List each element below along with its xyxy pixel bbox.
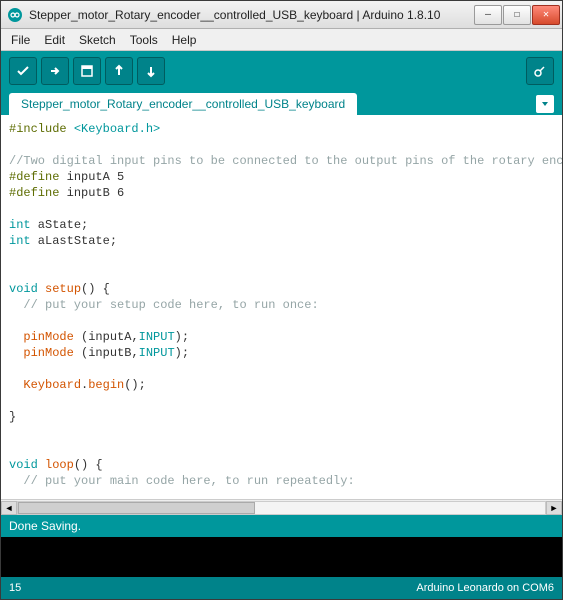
code-token: setup	[45, 282, 81, 296]
code-token: Keyboard	[23, 378, 81, 392]
horizontal-scrollbar[interactable]: ◄ ►	[1, 499, 562, 515]
scroll-right-button[interactable]: ►	[546, 501, 562, 515]
code-token: aState;	[31, 218, 89, 232]
console-output[interactable]	[1, 537, 562, 577]
code-token: int	[9, 234, 31, 248]
code-token: int	[9, 218, 31, 232]
code-token: () {	[74, 458, 103, 472]
scroll-track[interactable]	[17, 501, 546, 515]
line-number: 15	[9, 582, 21, 594]
app-window: Stepper_motor_Rotary_encoder__controlled…	[0, 0, 563, 600]
code-editor[interactable]: #include <Keyboard.h> //Two digital inpu…	[1, 115, 562, 499]
code-token: (inputA,	[74, 330, 139, 344]
titlebar: Stepper_motor_Rotary_encoder__controlled…	[1, 1, 562, 29]
tab-sketch[interactable]: Stepper_motor_Rotary_encoder__controlled…	[9, 93, 357, 115]
window-title: Stepper_motor_Rotary_encoder__controlled…	[29, 8, 474, 22]
code-token: );	[175, 330, 189, 344]
tab-menu-button[interactable]	[536, 95, 554, 113]
code-comment: //Two digital input pins to be connected…	[9, 154, 562, 168]
menu-sketch[interactable]: Sketch	[73, 31, 122, 49]
new-button[interactable]	[73, 57, 101, 85]
code-token: loop	[45, 458, 74, 472]
code-token: ();	[124, 378, 146, 392]
code-token	[9, 330, 23, 344]
code-token: pinMode	[23, 330, 73, 344]
bottom-status-bar: 15 Arduino Leonardo on COM6	[1, 577, 562, 599]
code-token: <Keyboard.h>	[74, 122, 160, 136]
code-token: #define	[9, 186, 59, 200]
code-token	[38, 458, 45, 472]
minimize-button[interactable]: —	[474, 5, 502, 25]
menu-file[interactable]: File	[5, 31, 36, 49]
open-button[interactable]	[105, 57, 133, 85]
menubar: File Edit Sketch Tools Help	[1, 29, 562, 51]
code-token: );	[175, 346, 189, 360]
code-comment: // put your main code here, to run repea…	[9, 474, 355, 488]
code-token: INPUT	[139, 346, 175, 360]
toolbar	[1, 51, 562, 91]
code-token: }	[9, 410, 16, 424]
code-token: INPUT	[139, 330, 175, 344]
code-token: #define	[9, 170, 59, 184]
scroll-left-button[interactable]: ◄	[1, 501, 17, 515]
scroll-thumb[interactable]	[18, 502, 255, 514]
code-comment: // put your setup code here, to run once…	[9, 298, 319, 312]
status-message: Done Saving.	[9, 519, 81, 533]
status-bar: Done Saving.	[1, 515, 562, 537]
code-token: inputA 5	[59, 170, 124, 184]
code-token: void	[9, 458, 38, 472]
menu-tools[interactable]: Tools	[124, 31, 164, 49]
code-token: inputB 6	[59, 186, 124, 200]
code-token: () {	[81, 282, 110, 296]
code-token: pinMode	[23, 346, 73, 360]
code-token: #include	[9, 122, 74, 136]
window-controls: — ☐ ✕	[474, 5, 560, 25]
verify-button[interactable]	[9, 57, 37, 85]
editor-area: #include <Keyboard.h> //Two digital inpu…	[1, 115, 562, 515]
code-token	[9, 378, 23, 392]
board-info: Arduino Leonardo on COM6	[416, 582, 554, 594]
serial-monitor-button[interactable]	[526, 57, 554, 85]
save-button[interactable]	[137, 57, 165, 85]
menu-edit[interactable]: Edit	[38, 31, 71, 49]
code-token: aLastState;	[31, 234, 117, 248]
upload-button[interactable]	[41, 57, 69, 85]
menu-help[interactable]: Help	[166, 31, 203, 49]
code-token: begin	[88, 378, 124, 392]
code-token: (inputB,	[74, 346, 139, 360]
code-token: void	[9, 282, 38, 296]
code-token	[38, 282, 45, 296]
tabstrip: Stepper_motor_Rotary_encoder__controlled…	[1, 91, 562, 115]
arduino-icon	[7, 7, 23, 23]
code-token	[9, 346, 23, 360]
close-button[interactable]: ✕	[532, 5, 560, 25]
maximize-button[interactable]: ☐	[503, 5, 531, 25]
